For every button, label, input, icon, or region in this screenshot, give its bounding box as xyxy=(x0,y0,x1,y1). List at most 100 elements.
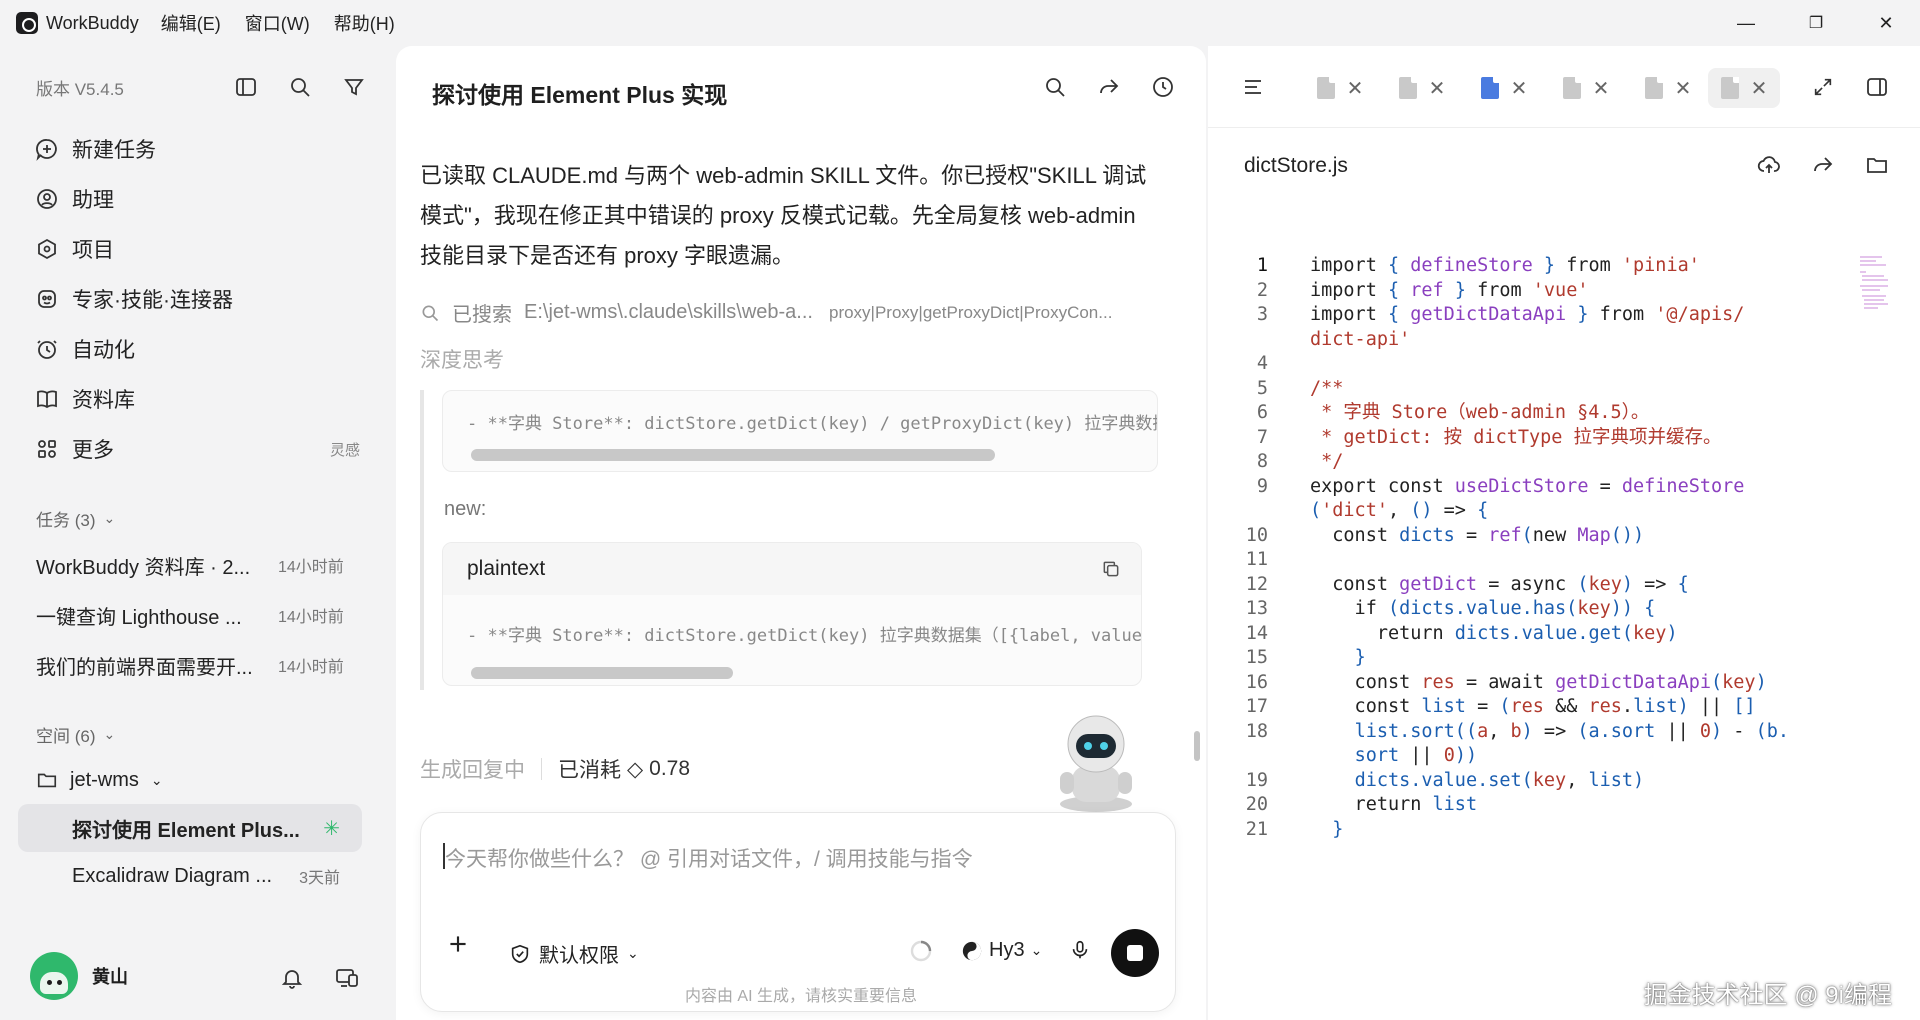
status-generating: 生成回复中 xyxy=(420,759,525,782)
permission-label: 默认权限 xyxy=(539,945,619,967)
add-button[interactable] xyxy=(445,931,471,957)
share-icon[interactable] xyxy=(1094,72,1124,102)
nav-more[interactable]: 更多 灵感 xyxy=(0,424,396,474)
code-editor[interactable]: 1 import { defineStore } from 'pinia' 2 im… xyxy=(1232,254,1832,842)
folder-icon[interactable] xyxy=(1862,150,1892,180)
upload-icon[interactable] xyxy=(1754,150,1784,180)
stop-button[interactable] xyxy=(1111,929,1159,977)
diamond-icon: ◇ xyxy=(627,757,644,781)
code-minimap[interactable] xyxy=(1858,254,1898,314)
nav-expert[interactable]: 专家·技能·连接器 xyxy=(0,274,396,324)
chevron-down-icon: ⌄ xyxy=(103,509,116,526)
bell-icon[interactable] xyxy=(280,966,304,990)
horizontal-scrollbar[interactable] xyxy=(471,667,733,679)
chevron-down-icon: ⌄ xyxy=(627,945,639,961)
code-line: 1 import { defineStore } from 'pinia' xyxy=(1256,255,1700,276)
user-profile[interactable]: 黄山 xyxy=(30,952,128,1000)
chevron-down-icon: ⌄ xyxy=(103,725,116,742)
code-line: 3 import { getDictDataApi } from '@/apis/ xyxy=(1256,304,1745,325)
close-icon[interactable]: ✕ xyxy=(1751,76,1768,101)
code-line: 21 } xyxy=(1245,818,1344,840)
task-item[interactable]: 我们的前端界面需要开... 14小时前 xyxy=(0,640,396,690)
filter-icon[interactable] xyxy=(340,73,368,101)
close-icon[interactable]: ✕ xyxy=(1347,76,1364,101)
copy-icon[interactable] xyxy=(1101,559,1121,579)
close-icon[interactable]: ✕ xyxy=(1429,76,1446,101)
menu-window[interactable]: 窗口(W) xyxy=(245,10,310,36)
menu-help[interactable]: 帮助(H) xyxy=(334,10,395,36)
space-item-time: 3天前 xyxy=(299,870,340,887)
spaces-header-label: 空间 (6) xyxy=(36,726,96,746)
code-line: 5/** xyxy=(1256,377,1344,399)
menu-edit[interactable]: 编辑(E) xyxy=(161,10,221,36)
file-tab[interactable]: ✕ xyxy=(1386,68,1458,108)
task-time: 14小时前 xyxy=(278,559,344,576)
search-step[interactable]: 已搜索 E:\jet-wms\.claude\skills\web-a... p… xyxy=(420,298,1112,327)
task-item[interactable]: 一键查询 Lighthouse ... 14小时前 xyxy=(0,590,396,640)
horizontal-scrollbar[interactable] xyxy=(471,449,995,461)
file-tab-active[interactable]: ✕ xyxy=(1708,68,1780,108)
task-title: 我们的前端界面需要开... xyxy=(36,656,253,679)
permission-dropdown[interactable]: 默认权限 ⌄ xyxy=(509,939,639,968)
task-item[interactable]: WorkBuddy 资料库 · 2... 14小时前 xyxy=(0,540,396,590)
nav-label: 资料库 xyxy=(72,389,135,412)
microphone-icon[interactable] xyxy=(1069,939,1091,961)
nav-library[interactable]: 资料库 xyxy=(0,374,396,424)
space-item-title: Excalidraw Diagram ... xyxy=(72,864,273,887)
close-window-button[interactable]: ✕ xyxy=(1856,0,1916,46)
file-tab[interactable]: ✕ xyxy=(1304,68,1376,108)
vertical-scrollbar[interactable] xyxy=(1194,731,1200,761)
file-tab[interactable]: ✕ xyxy=(1632,68,1704,108)
thinking-label[interactable]: 深度思考 xyxy=(420,344,504,374)
nav-label: 专家·技能·连接器 xyxy=(72,289,233,312)
automation-icon xyxy=(34,336,60,362)
task-title: WorkBuddy 资料库 · 2... xyxy=(36,556,251,579)
inspiration-tag[interactable]: 灵感 xyxy=(330,439,360,460)
model-selector[interactable]: Hy3 ⌄ xyxy=(961,939,1042,962)
tasks-header[interactable]: 任务 (3) ⌄ xyxy=(0,496,396,540)
file-tab[interactable]: ✕ xyxy=(1468,68,1540,108)
space-item-active[interactable]: 探讨使用 Element Plus... ✳ xyxy=(18,804,362,852)
search-icon[interactable] xyxy=(1040,72,1070,102)
nav-automation[interactable]: 自动化 xyxy=(0,324,396,374)
search-icon[interactable] xyxy=(286,73,314,101)
new-label: new: xyxy=(444,498,487,520)
devices-icon[interactable] xyxy=(334,966,360,990)
loading-spinner-icon xyxy=(909,939,933,963)
user-name: 黄山 xyxy=(92,967,128,987)
code-line: 10 const dicts = ref(new Map()) xyxy=(1245,524,1645,546)
model-label: Hy3 xyxy=(989,939,1025,961)
nav-label: 助理 xyxy=(72,189,114,212)
expert-icon xyxy=(34,286,60,312)
code-line: 11 xyxy=(1245,549,1268,570)
file-icon xyxy=(1562,77,1581,99)
toggle-sidebar-icon[interactable] xyxy=(232,73,260,101)
file-icon xyxy=(1316,77,1335,99)
panel-toggle-icon[interactable] xyxy=(1862,72,1892,102)
cost-value: 0.78 xyxy=(649,757,691,780)
cost-label: 已消耗 xyxy=(558,759,621,782)
code-line: 4 xyxy=(1256,353,1268,374)
nav-assistant[interactable]: 助理 xyxy=(0,174,396,224)
history-icon[interactable] xyxy=(1148,72,1178,102)
restore-button[interactable]: ❐ xyxy=(1786,0,1846,46)
search-icon xyxy=(420,303,440,323)
old-code-block: - **字典 Store**: dictStore.getDict(key) /… xyxy=(442,390,1158,472)
minimize-button[interactable]: — xyxy=(1716,0,1776,46)
space-folder[interactable]: jet-wms ⌄ xyxy=(0,756,396,804)
expand-icon[interactable] xyxy=(1808,72,1838,102)
file-tab[interactable]: ✕ xyxy=(1550,68,1622,108)
shield-check-icon xyxy=(509,943,531,965)
close-icon[interactable]: ✕ xyxy=(1675,76,1692,101)
menu-icon[interactable] xyxy=(1238,72,1268,102)
space-item[interactable]: Excalidraw Diagram ... 3天前 xyxy=(0,852,396,900)
share-icon[interactable] xyxy=(1808,150,1838,180)
chevron-down-icon: ⌄ xyxy=(1030,942,1043,958)
nav-project[interactable]: 项目 xyxy=(0,224,396,274)
close-icon[interactable]: ✕ xyxy=(1511,76,1528,101)
spaces-header[interactable]: 空间 (6) ⌄ xyxy=(0,712,396,756)
editor-panel: ✕ ✕ ✕ ✕ ✕ ✕ dictStore.js 1 import { defin… xyxy=(1208,46,1920,1020)
divider xyxy=(541,758,542,780)
close-icon[interactable]: ✕ xyxy=(1593,76,1610,101)
nav-new-task[interactable]: 新建任务 xyxy=(0,124,396,174)
